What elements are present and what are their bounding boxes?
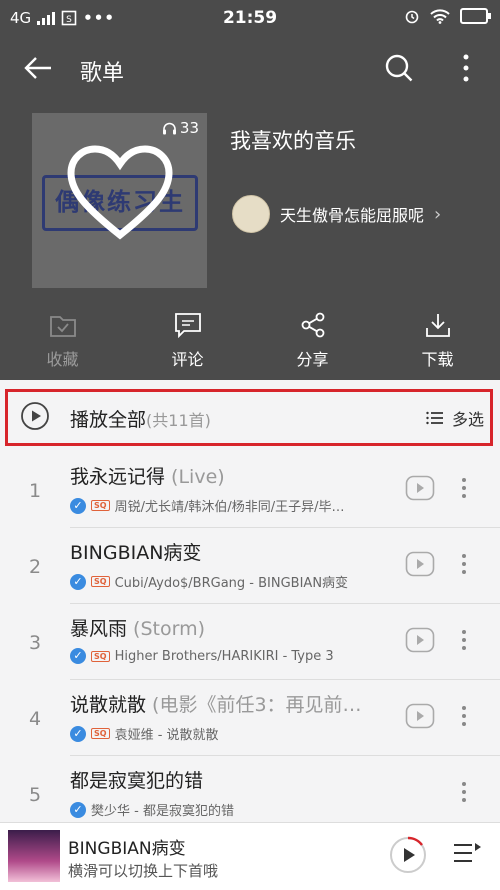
track-number: 4 <box>28 708 42 730</box>
avatar[interactable] <box>232 195 270 233</box>
track-number: 5 <box>28 784 42 806</box>
action-bar: 收藏 评论 分享 下载 <box>0 312 500 370</box>
sq-badge: SQ <box>91 500 110 511</box>
song-meta: ✓ SQ 周锐/尤长靖/韩沐伯/杨非同/王子异/毕… <box>70 496 390 515</box>
song-title: 我永远记得 (Live) <box>70 462 390 489</box>
folder-check-icon <box>49 316 76 337</box>
mini-player[interactable]: BINGBIAN病变 横滑可以切换上下首哦 <box>0 822 500 890</box>
video-play-icon[interactable] <box>405 475 435 501</box>
song-title: 都是寂寞犯的错 <box>70 766 390 793</box>
play-count-value: 33 <box>179 119 199 137</box>
creator-link[interactable]: 天生傲骨怎能屈服呢 › <box>232 195 441 233</box>
table-row[interactable]: 4 说散就散 (电影《前任3：再见前… ✓ SQ 袁娅维 - 说散就散 <box>0 680 500 756</box>
back-arrow-icon[interactable] <box>22 52 54 84</box>
song-title: 暴风雨 (Storm) <box>70 614 390 641</box>
checkmark-icon: ✓ <box>70 497 86 514</box>
song-count: (共11首) <box>146 411 211 430</box>
more-options-icon[interactable] <box>458 476 470 500</box>
now-playing-title: BINGBIAN病变 <box>68 839 186 859</box>
song-title: 说散就散 (电影《前任3：再见前… <box>70 690 390 717</box>
playlist-cover[interactable]: 偶像练习生 33 <box>32 113 207 288</box>
status-bar: 4G S ••• 21:59 <box>0 0 500 36</box>
artist-album: Higher Brothers/HARIKIRI - Type 3 <box>114 648 334 664</box>
track-number: 3 <box>28 632 42 654</box>
play-circle-icon[interactable] <box>20 401 50 431</box>
more-options-icon[interactable] <box>458 704 470 728</box>
play-pause-icon[interactable] <box>388 835 428 875</box>
video-play-icon[interactable] <box>405 703 435 729</box>
table-row[interactable]: 3 暴风雨 (Storm) ✓ SQ Higher Brothers/HARIKIR… <box>0 604 500 680</box>
play-all-label[interactable]: 播放全部(共11首) <box>70 405 211 432</box>
wifi-icon <box>430 8 450 24</box>
checkmark-icon: ✓ <box>70 801 86 818</box>
chevron-right-icon: › <box>434 203 442 225</box>
search-icon[interactable] <box>383 52 415 84</box>
song-title-text: 说散就散 <box>70 694 147 716</box>
checkmark-icon: ✓ <box>70 573 86 590</box>
table-row[interactable]: 5 都是寂寞犯的错 ✓ 樊少华 - 都是寂寞犯的错 <box>0 756 500 832</box>
sq-badge: SQ <box>91 728 110 739</box>
checkmark-icon: ✓ <box>70 725 86 742</box>
creator-name: 天生傲骨怎能屈服呢 <box>280 206 425 225</box>
checkmark-icon: ✓ <box>70 648 86 664</box>
song-title-text: BINGBIAN病变 <box>70 542 202 564</box>
table-row[interactable]: 1 我永远记得 (Live) ✓ SQ 周锐/尤长靖/韩沐伯/杨非同/王子异/毕… <box>0 452 500 528</box>
collect-button[interactable]: 收藏 <box>0 312 125 370</box>
play-count: 33 <box>162 119 199 137</box>
page-title: 歌单 <box>80 61 125 86</box>
song-meta: ✓ SQ Cubi/Aydo$/BRGang - BINGBIAN病变 <box>70 572 390 591</box>
multi-select-button[interactable]: 多选 <box>426 406 484 430</box>
share-icon <box>301 312 324 338</box>
playlist-name: 我喜欢的音乐 <box>230 129 356 153</box>
download-icon <box>425 314 450 337</box>
more-options-icon[interactable] <box>458 628 470 652</box>
comment-label: 评论 <box>171 350 204 369</box>
song-title-text: 我永远记得 <box>70 466 166 488</box>
artist-album: 周锐/尤长靖/韩沐伯/杨非同/王子异/毕… <box>114 500 345 515</box>
song-subtitle: (电影《前任3：再见前… <box>146 694 362 716</box>
comment-button[interactable]: 评论 <box>125 312 250 370</box>
song-title-text: 都是寂寞犯的错 <box>70 770 204 792</box>
artist-album: 樊少华 - 都是寂寞犯的错 <box>91 804 234 819</box>
playlist-header: 4G S ••• 21:59 歌单 偶像练习生 33 我喜欢的音乐 天生傲骨怎能… <box>0 0 500 380</box>
song-title-text: 暴风雨 <box>70 618 128 640</box>
song-meta: ✓ SQ Higher Brothers/HARIKIRI - Type 3 <box>70 648 390 664</box>
multi-select-label: 多选 <box>451 410 484 429</box>
artist-album: 袁娅维 - 说散就散 <box>114 728 219 743</box>
download-button[interactable]: 下载 <box>375 312 500 370</box>
song-meta: ✓ SQ 袁娅维 - 说散就散 <box>70 724 390 743</box>
share-label: 分享 <box>296 350 329 369</box>
collect-label: 收藏 <box>46 350 79 369</box>
video-play-icon[interactable] <box>405 627 435 653</box>
track-number: 2 <box>28 556 42 578</box>
video-play-icon[interactable] <box>405 551 435 577</box>
more-options-icon[interactable] <box>458 552 470 576</box>
battery-icon <box>460 8 491 24</box>
heart-icon <box>67 145 173 240</box>
song-subtitle: (Live) <box>165 466 225 488</box>
play-all-text: 播放全部 <box>70 409 147 431</box>
share-button[interactable]: 分享 <box>250 312 375 370</box>
artist-album: Cubi/Aydo$/BRGang - BINGBIAN病变 <box>114 576 349 591</box>
song-meta: ✓ 樊少华 - 都是寂寞犯的错 <box>70 800 390 819</box>
track-number: 1 <box>28 480 42 502</box>
app-bar: 歌单 <box>0 44 500 94</box>
more-options-icon[interactable] <box>458 52 474 84</box>
list-icon <box>426 411 443 425</box>
song-subtitle: (Storm) <box>127 618 206 640</box>
sq-badge: SQ <box>91 650 110 662</box>
alarm-icon <box>405 10 419 24</box>
album-art[interactable] <box>8 830 60 882</box>
headphones-icon <box>162 122 176 135</box>
sq-badge: SQ <box>91 576 110 587</box>
song-title: BINGBIAN病变 <box>70 538 390 565</box>
table-row[interactable]: 2 BINGBIAN病变 ✓ SQ Cubi/Aydo$/BRGang - BING… <box>0 528 500 604</box>
swipe-hint: 横滑可以切换上下首哦 <box>68 862 219 880</box>
download-label: 下载 <box>421 350 454 369</box>
play-all-bar[interactable]: 播放全部(共11首) 多选 <box>0 380 500 452</box>
playlist-queue-icon[interactable] <box>452 841 482 867</box>
comment-icon <box>174 313 201 339</box>
song-list: 1 我永远记得 (Live) ✓ SQ 周锐/尤长靖/韩沐伯/杨非同/王子异/毕… … <box>0 452 500 832</box>
more-options-icon[interactable] <box>458 780 470 804</box>
